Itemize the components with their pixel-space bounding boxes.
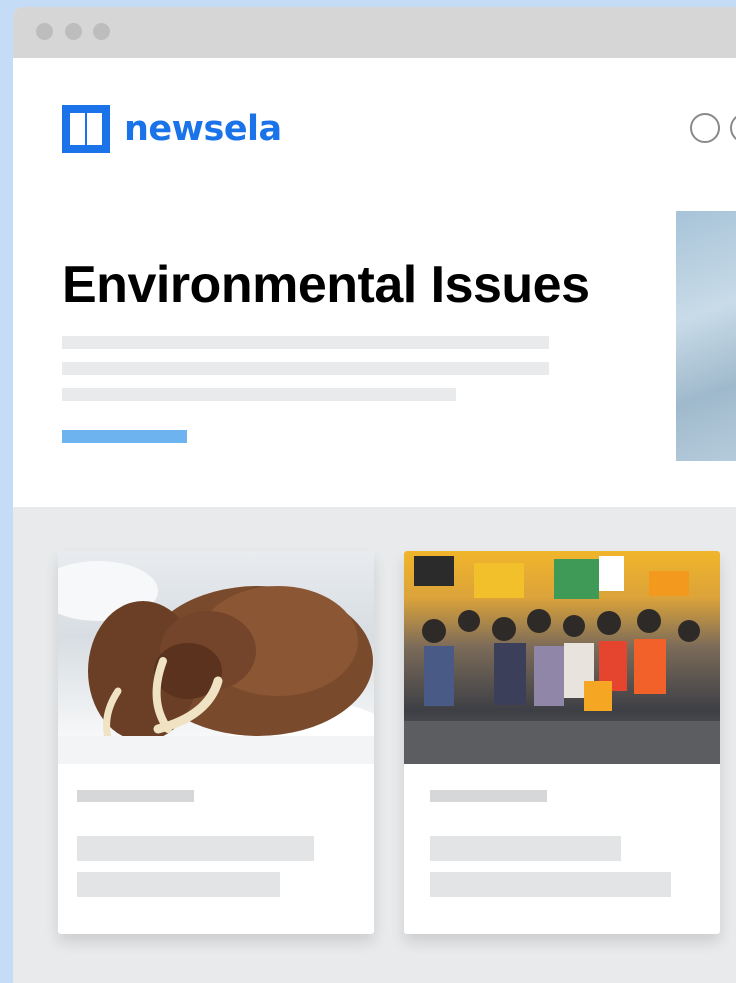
hero-image: [676, 211, 736, 461]
window-maximize-dot[interactable]: [93, 23, 110, 40]
card-label-placeholder: [430, 790, 547, 802]
window-close-dot[interactable]: [36, 23, 53, 40]
brand-name: newsela: [124, 108, 282, 149]
newsela-logo[interactable]: newsela: [62, 105, 282, 153]
article-list: [13, 507, 736, 983]
card-label-placeholder: [77, 790, 194, 802]
description-placeholder-line: [62, 388, 456, 401]
card-title-placeholder: [430, 836, 621, 861]
card-title-placeholder: [77, 872, 280, 897]
profile-icon[interactable]: [690, 113, 720, 143]
header-icon[interactable]: [730, 113, 736, 143]
description-placeholder-line: [62, 336, 549, 349]
climate-march-image: [404, 551, 720, 764]
card-title-placeholder: [430, 872, 671, 897]
accent-link-placeholder[interactable]: [62, 430, 187, 443]
article-card[interactable]: [58, 551, 374, 934]
page-title: Environmental Issues: [62, 256, 590, 314]
window-minimize-dot[interactable]: [65, 23, 82, 40]
walrus-image: [58, 551, 374, 764]
window-titlebar: [13, 7, 736, 58]
article-card[interactable]: [404, 551, 720, 934]
card-title-placeholder: [77, 836, 314, 861]
description-placeholder-line: [62, 362, 549, 375]
browser-window: newsela Environmental Issues: [13, 7, 736, 983]
newsela-book-icon: [62, 105, 110, 153]
